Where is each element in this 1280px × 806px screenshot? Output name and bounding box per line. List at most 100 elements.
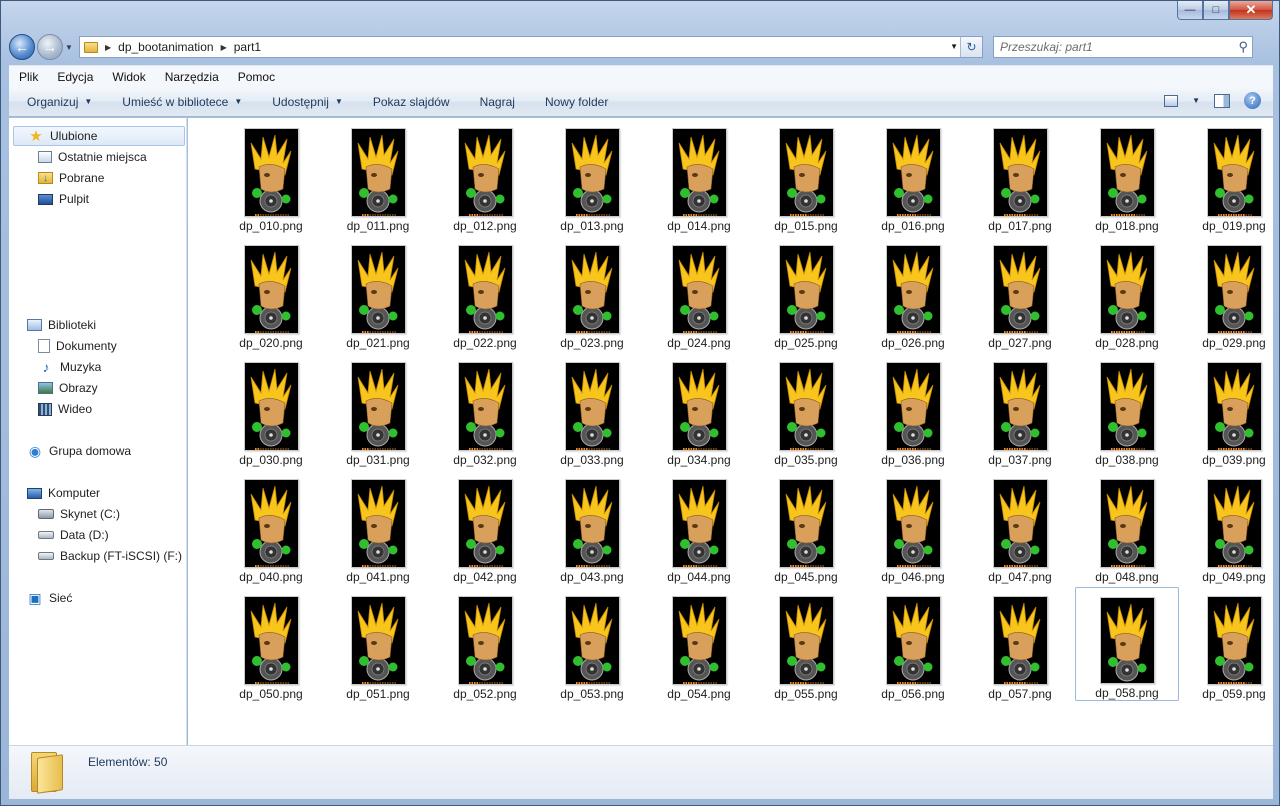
nav-pictures[interactable]: Obrazy bbox=[38, 381, 98, 395]
nav-network[interactable]: ▣ Sieć bbox=[27, 590, 72, 606]
file-item[interactable]: dp_017.png bbox=[968, 119, 1072, 233]
nav-drive-f[interactable]: Backup (FT-iSCSI) (F:) bbox=[38, 549, 182, 563]
search-input[interactable]: Przeszukaj: part1 ⚲ bbox=[993, 36, 1253, 58]
file-item[interactable]: dp_031.png bbox=[326, 353, 430, 467]
close-icon: ✕ bbox=[1245, 2, 1257, 17]
burn-button[interactable]: Nagraj bbox=[462, 95, 527, 109]
recent-pages-dropdown[interactable]: ▼ bbox=[63, 43, 75, 52]
file-item[interactable]: dp_055.png bbox=[754, 587, 858, 701]
file-item[interactable]: dp_052.png bbox=[433, 587, 537, 701]
breadcrumb-item[interactable]: dp_bootanimation bbox=[118, 40, 213, 54]
file-item[interactable]: dp_029.png bbox=[1182, 236, 1280, 350]
menu-edit[interactable]: Edycja bbox=[47, 70, 102, 84]
nav-downloads[interactable]: ↓ Pobrane bbox=[38, 171, 104, 185]
file-item[interactable]: dp_010.png bbox=[219, 119, 323, 233]
file-item[interactable]: dp_014.png bbox=[647, 119, 751, 233]
file-item[interactable]: dp_053.png bbox=[540, 587, 644, 701]
chevron-right-icon[interactable]: ▶ bbox=[221, 43, 227, 52]
minimize-button[interactable]: — bbox=[1177, 1, 1203, 20]
chevron-right-icon[interactable]: ▶ bbox=[105, 43, 111, 52]
change-view-icon[interactable] bbox=[1164, 94, 1179, 107]
file-item[interactable]: dp_026.png bbox=[861, 236, 965, 350]
file-item[interactable]: dp_047.png bbox=[968, 470, 1072, 584]
file-item[interactable]: dp_025.png bbox=[754, 236, 858, 350]
address-bar[interactable]: ▶ dp_bootanimation ▶ part1 ▼ ↻ bbox=[79, 36, 983, 58]
menu-file[interactable]: Plik bbox=[9, 70, 47, 84]
file-item[interactable]: dp_045.png bbox=[754, 470, 858, 584]
nav-computer[interactable]: Komputer bbox=[27, 486, 100, 500]
file-item[interactable]: dp_033.png bbox=[540, 353, 644, 467]
search-icon[interactable]: ⚲ bbox=[1238, 39, 1248, 55]
file-item[interactable]: dp_011.png bbox=[326, 119, 430, 233]
file-item[interactable]: dp_015.png bbox=[754, 119, 858, 233]
file-item[interactable]: dp_044.png bbox=[647, 470, 751, 584]
file-item[interactable]: dp_012.png bbox=[433, 119, 537, 233]
chevron-down-icon[interactable]: ▼ bbox=[1192, 96, 1200, 105]
address-row: ← → ▼ ▶ dp_bootanimation ▶ part1 ▼ ↻ Prz… bbox=[9, 33, 1273, 61]
file-item[interactable]: dp_041.png bbox=[326, 470, 430, 584]
nav-music[interactable]: ♪ Muzyka bbox=[38, 359, 102, 375]
maximize-button[interactable]: □ bbox=[1203, 1, 1229, 20]
file-item[interactable]: dp_050.png bbox=[219, 587, 323, 701]
file-item[interactable]: dp_030.png bbox=[219, 353, 323, 467]
share-button[interactable]: Udostępnij ▼ bbox=[254, 95, 355, 109]
file-item[interactable]: dp_021.png bbox=[326, 236, 430, 350]
file-thumbnail bbox=[350, 128, 406, 217]
file-item[interactable]: dp_034.png bbox=[647, 353, 751, 467]
nav-drive-c[interactable]: Skynet (C:) bbox=[38, 507, 120, 521]
nav-homegroup[interactable]: ◉ Grupa domowa bbox=[27, 443, 131, 459]
preview-pane-icon[interactable] bbox=[1214, 93, 1230, 108]
file-item[interactable]: dp_043.png bbox=[540, 470, 644, 584]
file-item[interactable]: dp_036.png bbox=[861, 353, 965, 467]
file-item[interactable]: dp_018.png bbox=[1075, 119, 1179, 233]
file-item[interactable]: dp_022.png bbox=[433, 236, 537, 350]
breadcrumb-item[interactable]: part1 bbox=[234, 40, 261, 54]
include-in-library-button[interactable]: Umieść w bibliotece ▼ bbox=[104, 95, 254, 109]
back-button[interactable]: ← bbox=[9, 34, 35, 60]
chevron-down-icon[interactable]: ▼ bbox=[950, 42, 958, 51]
file-item[interactable]: dp_020.png bbox=[219, 236, 323, 350]
file-item[interactable]: dp_032.png bbox=[433, 353, 537, 467]
file-item[interactable]: dp_037.png bbox=[968, 353, 1072, 467]
organize-button[interactable]: Organizuj ▼ bbox=[9, 95, 104, 109]
file-item[interactable]: dp_024.png bbox=[647, 236, 751, 350]
file-item[interactable]: dp_056.png bbox=[861, 587, 965, 701]
close-button[interactable]: ✕ bbox=[1229, 1, 1273, 20]
file-name: dp_030.png bbox=[239, 453, 303, 467]
forward-button[interactable]: → bbox=[37, 34, 63, 60]
file-item[interactable]: dp_040.png bbox=[219, 470, 323, 584]
file-item[interactable]: dp_013.png bbox=[540, 119, 644, 233]
nav-desktop[interactable]: Pulpit bbox=[38, 192, 89, 206]
file-item[interactable]: dp_038.png bbox=[1075, 353, 1179, 467]
file-item[interactable]: dp_028.png bbox=[1075, 236, 1179, 350]
refresh-button[interactable]: ↻ bbox=[960, 37, 982, 57]
file-item[interactable]: dp_035.png bbox=[754, 353, 858, 467]
nav-label: Data (D:) bbox=[60, 528, 109, 542]
menu-help[interactable]: Pomoc bbox=[228, 70, 284, 84]
file-item[interactable]: dp_051.png bbox=[326, 587, 430, 701]
nav-favorites[interactable]: ★ Ulubione bbox=[13, 126, 185, 146]
file-item[interactable]: dp_039.png bbox=[1182, 353, 1280, 467]
nav-libraries[interactable]: Biblioteki bbox=[27, 318, 96, 332]
file-item[interactable]: dp_016.png bbox=[861, 119, 965, 233]
file-item[interactable]: dp_023.png bbox=[540, 236, 644, 350]
file-item[interactable]: dp_048.png bbox=[1075, 470, 1179, 584]
file-item[interactable]: dp_049.png bbox=[1182, 470, 1280, 584]
file-item[interactable]: dp_046.png bbox=[861, 470, 965, 584]
file-item[interactable]: dp_057.png bbox=[968, 587, 1072, 701]
menu-view[interactable]: Widok bbox=[102, 70, 154, 84]
file-item[interactable]: dp_059.png bbox=[1182, 587, 1280, 701]
nav-drive-d[interactable]: Data (D:) bbox=[38, 528, 109, 542]
slideshow-button[interactable]: Pokaz slajdów bbox=[355, 95, 462, 109]
file-item[interactable]: dp_042.png bbox=[433, 470, 537, 584]
file-item[interactable]: dp_054.png bbox=[647, 587, 751, 701]
file-item[interactable]: dp_019.png bbox=[1182, 119, 1280, 233]
file-item[interactable]: dp_058.png bbox=[1075, 587, 1179, 701]
file-item[interactable]: dp_027.png bbox=[968, 236, 1072, 350]
nav-recent-places[interactable]: Ostatnie miejsca bbox=[38, 150, 147, 164]
help-icon[interactable]: ? bbox=[1244, 92, 1261, 109]
nav-videos[interactable]: Wideo bbox=[38, 402, 92, 416]
menu-tools[interactable]: Narzędzia bbox=[155, 70, 228, 84]
new-folder-button[interactable]: Nowy folder bbox=[527, 95, 620, 109]
nav-documents[interactable]: Dokumenty bbox=[38, 339, 117, 353]
